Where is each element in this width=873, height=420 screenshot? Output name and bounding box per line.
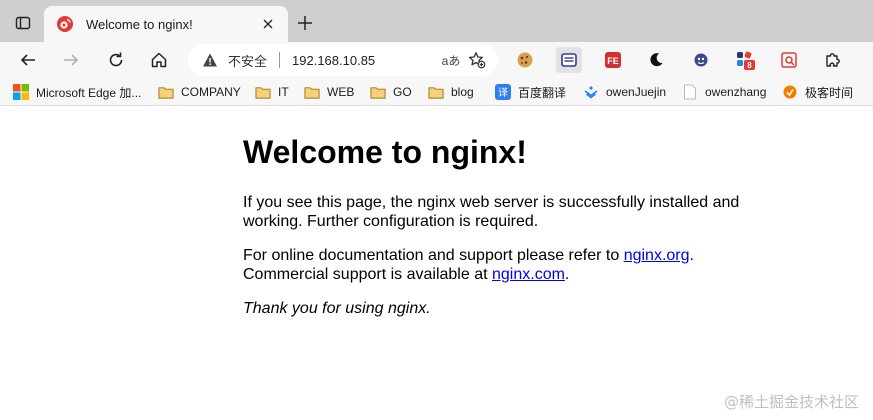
refresh-icon	[109, 52, 123, 67]
bookmark-folder-web[interactable]: WEB	[304, 82, 354, 102]
nginx-welcome-page: Welcome to nginx! If you see this page, …	[243, 133, 763, 333]
docs-text: For online documentation and support ple…	[243, 247, 624, 264]
nginx-com-link[interactable]: nginx.com	[492, 266, 565, 283]
dark-mode-moon-icon[interactable]	[643, 47, 669, 73]
tab-title: Welcome to nginx!	[86, 16, 193, 32]
folder-icon	[255, 84, 271, 100]
forward-button[interactable]	[55, 44, 87, 76]
tab-actions-button[interactable]	[8, 8, 38, 38]
nginx-org-link[interactable]: nginx.org	[624, 247, 690, 264]
plus-icon	[298, 16, 312, 30]
warning-icon[interactable]	[202, 52, 218, 68]
bookmark-folder-blog[interactable]: blog	[428, 82, 474, 102]
new-tab-button[interactable]	[292, 10, 318, 36]
bookmark-label: WEB	[327, 85, 355, 99]
bookmark-geektime[interactable]: 极客时间	[782, 82, 853, 102]
microsoft-logo-icon	[13, 84, 29, 100]
github-extension-icon[interactable]	[688, 47, 714, 73]
refresh-button[interactable]	[100, 44, 132, 76]
geektime-icon	[782, 84, 798, 100]
bookmark-label: 极客时间	[805, 85, 854, 100]
intro-paragraph: If you see this page, the nginx web serv…	[243, 194, 740, 230]
folder-icon	[428, 84, 444, 100]
bookmark-label: Microsoft Edge 加...	[36, 85, 142, 100]
page-viewport: Welcome to nginx! If you see this page, …	[0, 107, 873, 420]
extensions-puzzle-icon[interactable]	[820, 47, 846, 73]
page-icon	[682, 84, 698, 100]
bookmark-label: owenzhang	[705, 85, 767, 99]
weibo-favicon-icon	[56, 15, 74, 33]
bookmark-owen-juejin[interactable]: owenJuejin	[583, 82, 666, 102]
favorites-bar: Microsoft Edge 加... COMPANY IT WEB GO bl…	[0, 78, 873, 106]
bookmark-folder-go[interactable]: GO	[370, 82, 412, 102]
juejin-icon	[583, 84, 599, 100]
read-aloud-button[interactable]: aあ	[438, 47, 464, 73]
screenshot-extension-icon[interactable]	[776, 47, 802, 73]
bookmark-label: blog	[451, 85, 474, 99]
docs-period: .	[689, 247, 694, 264]
translate-icon: 译	[495, 84, 511, 100]
close-tab-icon[interactable]	[258, 14, 278, 34]
page-heading: Welcome to nginx!	[243, 134, 527, 170]
favorite-add-icon[interactable]	[464, 47, 490, 73]
tab-actions-icon	[15, 16, 31, 30]
thanks-text: Thank you for using nginx.	[243, 300, 431, 317]
folder-icon	[304, 84, 320, 100]
tab-manager-extension-icon[interactable]	[556, 47, 582, 73]
tab-active[interactable]: Welcome to nginx!	[44, 6, 288, 42]
navigation-toolbar: 不安全 192.168.10.85 aあ FE 8	[0, 42, 873, 78]
bookmark-owenzhang[interactable]: owenzhang	[682, 82, 766, 102]
svg-text:FE: FE	[607, 56, 619, 66]
svg-text:译: 译	[498, 87, 508, 99]
back-arrow-icon	[20, 54, 35, 66]
bookmark-folder-it[interactable]: IT	[255, 82, 289, 102]
address-separator	[279, 52, 281, 68]
bookmark-label: IT	[278, 85, 289, 99]
cookie-extension-icon[interactable]	[512, 47, 538, 73]
url-text[interactable]: 192.168.10.85	[292, 53, 438, 68]
folder-icon	[370, 84, 386, 100]
watermark-text: @稀土掘金技术社区	[723, 393, 859, 411]
bookmark-baidu-translate[interactable]: 译 百度翻译	[495, 82, 566, 102]
bookmark-label: 百度翻译	[518, 85, 567, 100]
bookmark-label: COMPANY	[181, 85, 241, 99]
thanks-paragraph: Thank you for using nginx.	[243, 299, 763, 318]
folder-icon	[158, 84, 174, 100]
extension-badge-count: 8	[747, 61, 752, 70]
bookmark-microsoft-edge[interactable]: Microsoft Edge 加...	[13, 82, 141, 102]
home-button[interactable]	[143, 44, 175, 76]
home-icon	[151, 52, 167, 68]
bookmark-label: GO	[393, 85, 412, 99]
docs-paragraph: For online documentation and support ple…	[243, 246, 763, 284]
bookmark-label: owenJuejin	[606, 85, 667, 99]
commercial-period: .	[564, 266, 570, 283]
tab-strip: Welcome to nginx!	[0, 0, 873, 42]
security-label[interactable]: 不安全	[228, 51, 267, 70]
back-button[interactable]	[12, 44, 44, 76]
commercial-text: Commercial support is available at	[243, 266, 492, 283]
fe-helper-extension-icon[interactable]: FE	[600, 47, 626, 73]
address-bar[interactable]: 不安全 192.168.10.85 aあ	[188, 44, 498, 76]
forward-arrow-icon	[64, 54, 79, 66]
bookmark-folder-company[interactable]: COMPANY	[158, 82, 241, 102]
apps-extension-icon[interactable]: 8	[732, 47, 758, 73]
